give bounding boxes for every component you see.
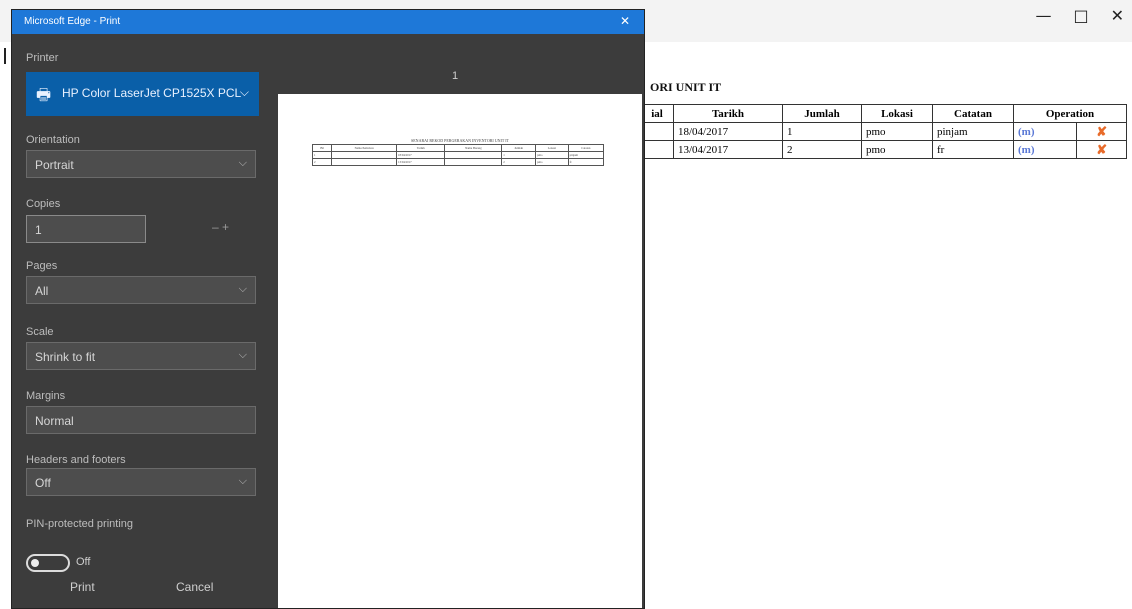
- preview-cell: 18/04/2017: [395, 151, 446, 159]
- preview-cell: [331, 151, 397, 159]
- preview-col-header: Nama Barang: [444, 144, 503, 152]
- scale-value: Shrink to fit: [35, 350, 96, 364]
- printer-icon: 🖶: [36, 87, 52, 104]
- cell-note: pinjam: [932, 122, 1014, 141]
- headers-footers-select[interactable]: Off ⌵: [26, 468, 256, 496]
- preview-cell: pmo: [535, 158, 569, 166]
- cell-location: pmo: [861, 140, 933, 159]
- view-icon[interactable]: (m): [1018, 144, 1035, 156]
- inventory-table: ial Tarikh Jumlah Lokasi Catatan Operati…: [640, 104, 1127, 159]
- copies-label: Copies: [26, 198, 61, 210]
- col-header: Jumlah: [782, 104, 862, 123]
- cell: [640, 122, 674, 141]
- page-count: 1: [452, 70, 459, 82]
- preview-row: 1 18/04/2017 1 pmo pinjam: [311, 151, 605, 159]
- chevron-down-icon: ⌵: [238, 283, 247, 295]
- copies-value: 1: [35, 223, 42, 237]
- col-header: Operation: [1013, 104, 1127, 123]
- cell-qty: 1: [782, 122, 862, 141]
- close-window-button[interactable]: ✕: [1111, 6, 1124, 25]
- margins-select[interactable]: Normal: [26, 406, 256, 434]
- col-header: ial: [640, 104, 674, 123]
- preview-cell: 1: [501, 151, 537, 159]
- orientation-value: Portrait: [35, 158, 74, 172]
- preview-col-header: Lokasi: [535, 144, 569, 152]
- delete-icon[interactable]: ✘: [1096, 124, 1107, 139]
- view-icon[interactable]: (m): [1018, 126, 1035, 138]
- scale-label: Scale: [26, 326, 54, 338]
- cell-qty: 2: [782, 140, 862, 159]
- preview-col-header: Tarikh: [395, 144, 446, 152]
- preview-cell: [444, 151, 503, 159]
- preview-col-header: Jumlah: [501, 144, 537, 152]
- cell-date: 18/04/2017: [673, 122, 783, 141]
- copies-stepper[interactable]: – +: [212, 220, 229, 234]
- preview-col-header: Bil: [311, 144, 333, 152]
- chevron-down-icon: ⌵: [238, 349, 247, 361]
- cell-note: fr: [932, 140, 1014, 159]
- cell: [640, 140, 674, 159]
- pin-printing-toggle[interactable]: [26, 554, 70, 572]
- preview-cell: [331, 158, 397, 166]
- delete-icon[interactable]: ✘: [1096, 142, 1107, 157]
- dialog-title: Microsoft Edge - Print: [24, 16, 121, 27]
- preview-cell: 1: [311, 151, 333, 159]
- preview-cell: pinjam: [567, 151, 605, 159]
- print-dialog: Microsoft Edge - Print ✕ Printer 🖶 HP Co…: [12, 10, 644, 608]
- preview-cell: 2: [311, 158, 333, 166]
- pin-printing-state: Off: [76, 556, 91, 568]
- preview-title: SENARAI REKOD PERGERAKAN INVENTORI UNIT …: [411, 138, 509, 143]
- cancel-button[interactable]: Cancel: [176, 580, 213, 604]
- printer-label: Printer: [26, 52, 59, 64]
- print-button[interactable]: Print: [70, 580, 95, 604]
- pages-label: Pages: [26, 260, 58, 272]
- pages-value: All: [35, 284, 49, 298]
- preview-cell: pmo: [535, 151, 569, 159]
- copies-input[interactable]: 1: [26, 215, 146, 243]
- orientation-label: Orientation: [26, 134, 80, 146]
- text-cursor: [4, 48, 6, 64]
- toggle-knob: [31, 559, 39, 567]
- headers-footers-value: Off: [35, 476, 51, 490]
- preview-cell: 13/04/2017: [395, 158, 446, 166]
- window-controls: — □ ✕: [1035, 6, 1124, 25]
- print-preview-page: SENARAI REKOD PERGERAKAN INVENTORI UNIT …: [278, 94, 642, 608]
- col-header: Tarikh: [673, 104, 783, 123]
- maximize-button[interactable]: □: [1073, 6, 1088, 25]
- printer-name: HP Color LaserJet CP1525X PCL: [62, 86, 242, 100]
- chevron-down-icon: ⌵: [238, 157, 247, 169]
- chevron-down-icon: ⌵: [239, 85, 249, 99]
- scale-select[interactable]: Shrink to fit ⌵: [26, 342, 256, 370]
- table-row: 18/04/2017 1 pmo pinjam (m) ✘: [640, 122, 1127, 141]
- preview-cell: 2: [501, 158, 537, 166]
- cell-location: pmo: [861, 122, 933, 141]
- preview-col-header: Nama Pemohon: [331, 144, 397, 152]
- headers-footers-label: Headers and footers: [26, 454, 126, 466]
- chevron-down-icon: ⌵: [238, 475, 247, 487]
- preview-cell: fr: [567, 158, 605, 166]
- printer-select[interactable]: 🖶 HP Color LaserJet CP1525X PCL ⌵: [26, 72, 259, 116]
- preview-cell: [444, 158, 503, 166]
- margins-label: Margins: [26, 390, 66, 402]
- pages-select[interactable]: All ⌵: [26, 276, 256, 304]
- dialog-title-bar: Microsoft Edge - Print ✕: [12, 10, 644, 34]
- margins-value: Normal: [35, 414, 74, 428]
- col-header: Catatan: [932, 104, 1014, 123]
- preview-col-header: Catatan: [567, 144, 605, 152]
- pin-printing-label: PIN-protected printing: [26, 518, 133, 530]
- table-row: 13/04/2017 2 pmo fr (m) ✘: [640, 140, 1127, 159]
- minimize-button[interactable]: —: [1035, 6, 1051, 25]
- preview-table: Bil Nama Pemohon Tarikh Nama Barang Juml…: [311, 144, 605, 166]
- orientation-select[interactable]: Portrait ⌵: [26, 150, 256, 178]
- cell-date: 13/04/2017: [673, 140, 783, 159]
- col-header: Lokasi: [861, 104, 933, 123]
- close-icon[interactable]: ✕: [620, 14, 630, 28]
- preview-row: 2 13/04/2017 2 pmo fr: [311, 158, 605, 166]
- page-title: ORI UNIT IT: [650, 80, 722, 94]
